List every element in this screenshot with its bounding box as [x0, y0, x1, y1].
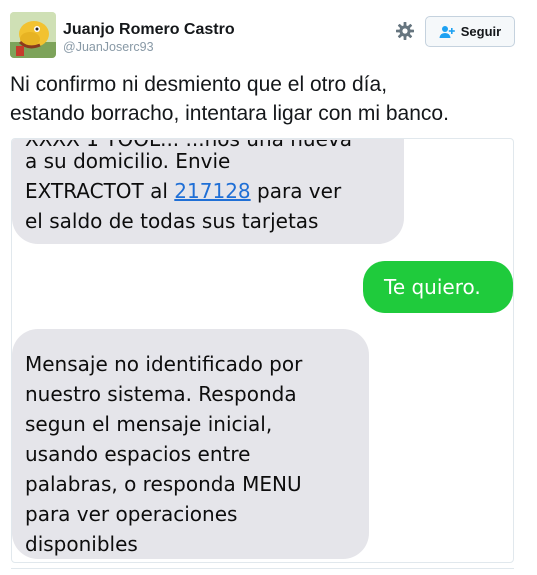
tweet-text-line: estando borracho, intentara ligar con mi…: [10, 102, 449, 125]
divider: [11, 568, 514, 569]
cut-off-text-line: XXXX 1 TOOL... ...nos una nueva: [25, 138, 352, 151]
message-line: disponibles: [25, 532, 138, 556]
gear-icon[interactable]: [395, 21, 415, 41]
message-line: usando espacios entre: [25, 442, 251, 466]
author-handle[interactable]: @JuanJoserc93: [63, 40, 154, 54]
message-line: para ver operaciones: [25, 502, 238, 526]
phone-number-link[interactable]: 217128: [174, 179, 250, 203]
follow-button[interactable]: Seguir: [425, 16, 515, 47]
message-line: segun el mensaje inicial,: [25, 412, 273, 436]
message-line: Mensaje no identificado por: [25, 352, 303, 376]
follow-button-label: Seguir: [460, 24, 502, 39]
tweet-text-line: Ni confirmo ni desmiento que el otro día…: [10, 73, 388, 96]
author-name[interactable]: Juanjo Romero Castro: [63, 21, 235, 39]
avatar-image: [10, 12, 56, 58]
received-message-bubble: Mensaje no identificado por nuestro sist…: [12, 329, 369, 559]
message-text: EXTRACTOT al: [25, 179, 175, 203]
sent-message-bubble: Te quiero.: [363, 261, 513, 313]
message-line: palabras, o responda MENU: [25, 472, 302, 496]
tweet-media-screenshot[interactable]: XXXX 1 TOOL... ...nos una nueva a su dom…: [11, 138, 514, 563]
tweet-text: Ni confirmo ni desmiento que el otro día…: [10, 70, 530, 128]
avatar[interactable]: [10, 12, 56, 58]
message-line: el saldo de todas sus tarjetas: [25, 209, 319, 233]
message-text: para ver: [250, 179, 342, 203]
message-line: EXTRACTOT al 217128 para ver: [25, 176, 404, 206]
message-line: nuestro sistema. Responda: [25, 382, 297, 406]
tweet-header: Juanjo Romero Castro @JuanJoserc93 Segui…: [0, 0, 537, 62]
add-user-icon: [439, 25, 455, 38]
received-message-bubble: XXXX 1 TOOL... ...nos una nueva a su dom…: [12, 138, 404, 244]
